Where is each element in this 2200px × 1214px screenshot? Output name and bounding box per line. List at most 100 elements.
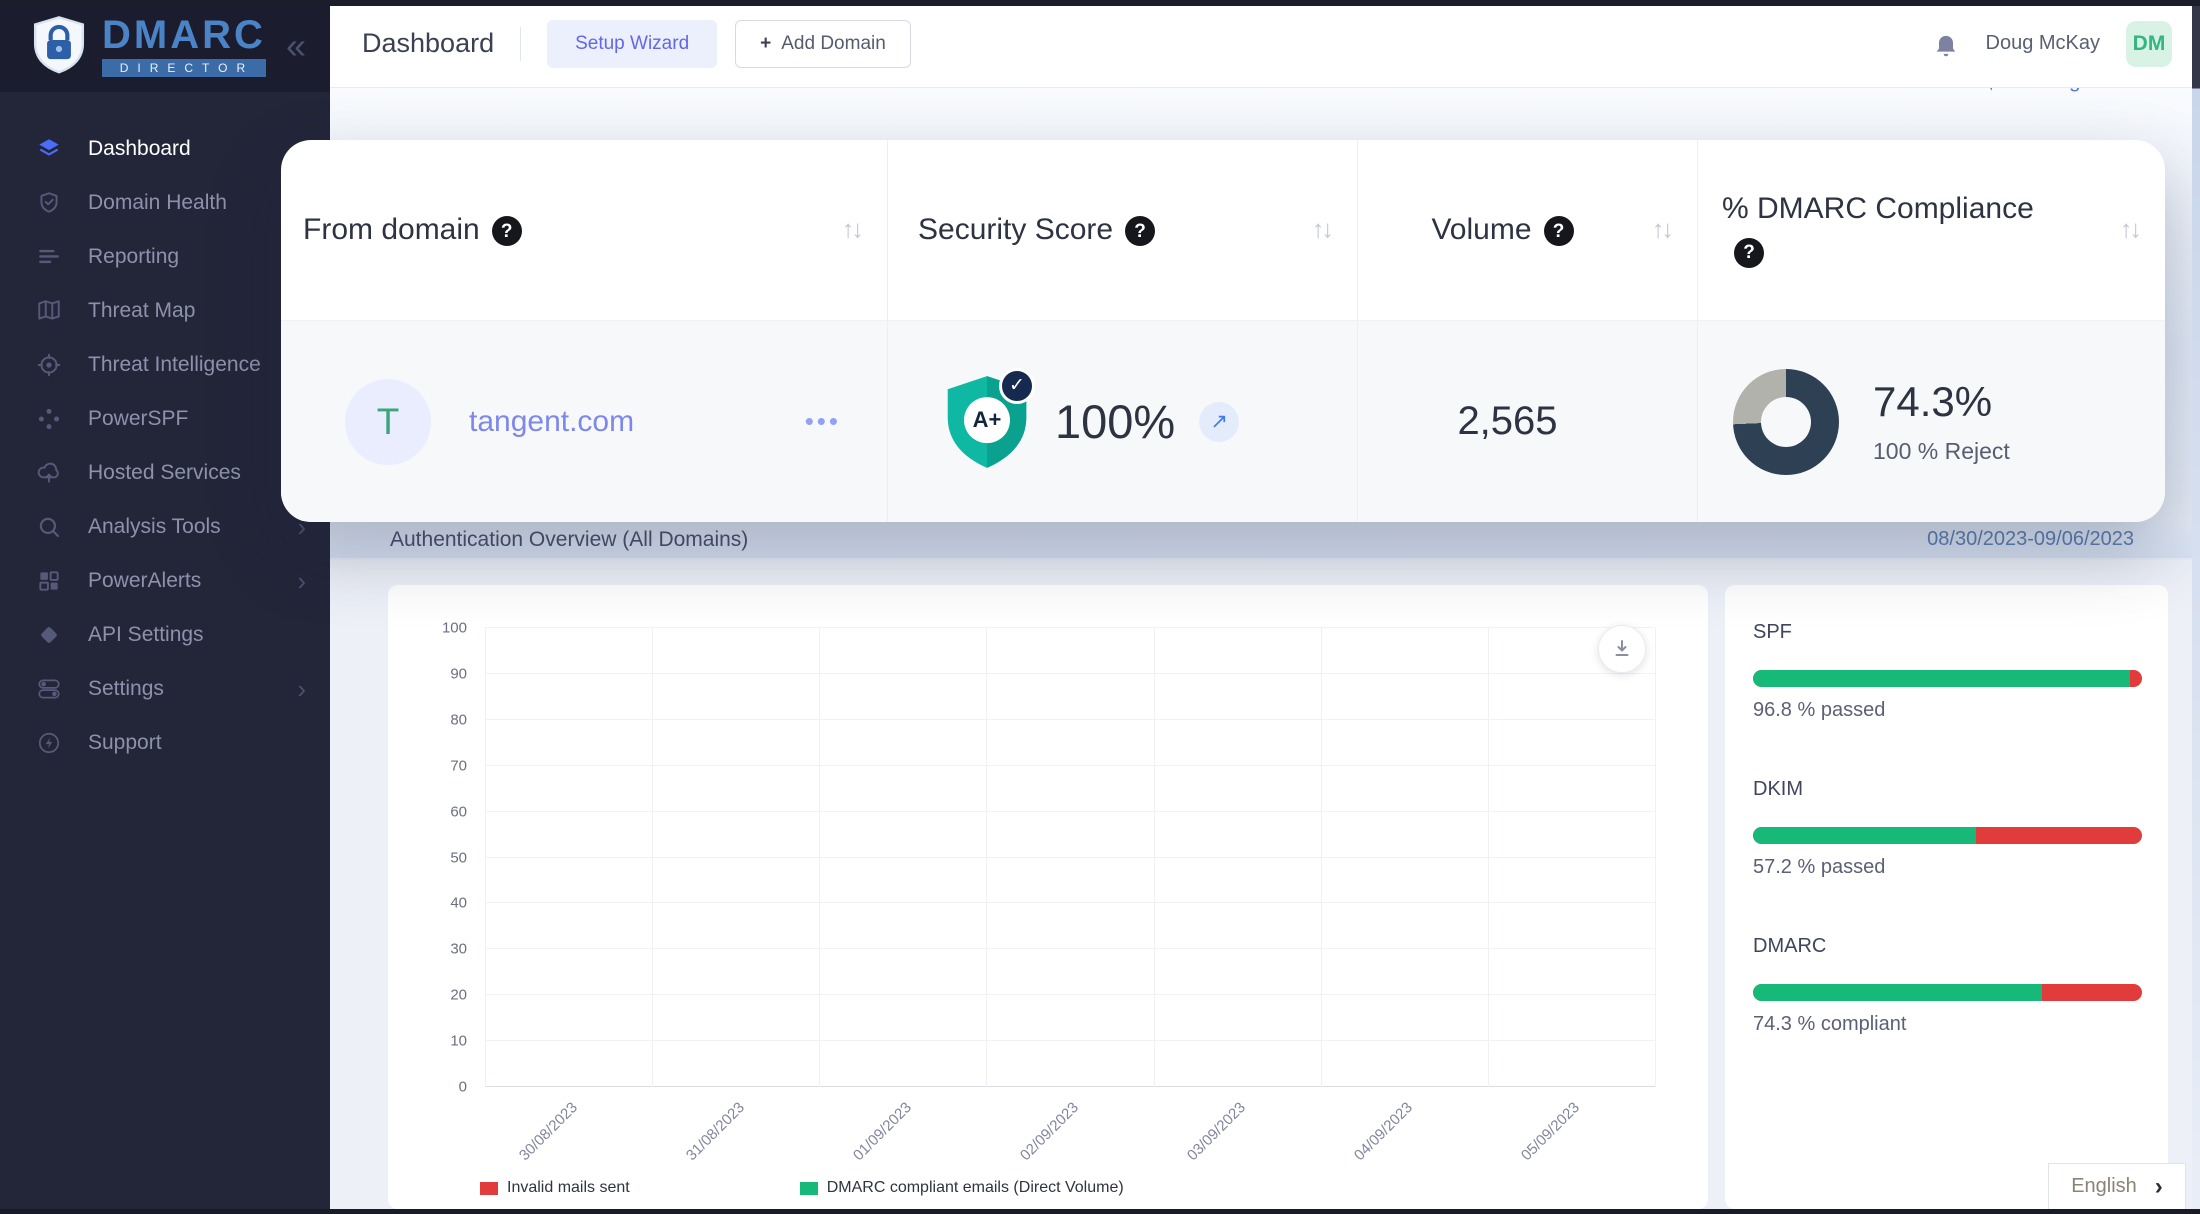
gridline-h — [485, 1040, 1655, 1041]
gridline-h — [485, 627, 1655, 628]
x-axis-tick-label: 01/09/2023 — [850, 1099, 915, 1164]
domain-link[interactable]: tangent.com — [469, 405, 634, 439]
topbar: Dashboard Setup Wizard +Add Domain Doug … — [330, 0, 2200, 88]
chevron-right-icon: › — [297, 568, 306, 594]
table-row[interactable]: T tangent.com ••• A+ ✓ 100% ↗ 2,565 74.3… — [281, 320, 2165, 522]
sidebar-item-poweralerts[interactable]: PowerAlerts› — [0, 554, 330, 608]
stat-block-dmarc: DMARC74.3 % compliant — [1753, 935, 2142, 1036]
column-header-dmarc-compliance[interactable]: % DMARC Compliance? ↑↓ — [1698, 140, 2165, 320]
x-axis-tick-label: 05/09/2023 — [1518, 1099, 1583, 1164]
legend-swatch — [800, 1182, 818, 1195]
table-header-row: From domain? ↑↓ Security Score? ↑↓ Volum… — [281, 140, 2165, 320]
auth-stats-panel: SPF96.8 % passedDKIM57.2 % passedDMARC74… — [1725, 585, 2168, 1209]
help-icon[interactable]: ? — [1544, 216, 1574, 246]
gridline-v — [1488, 628, 1489, 1087]
gridline-v — [1321, 628, 1322, 1087]
sidebar-item-settings[interactable]: Settings› — [0, 662, 330, 716]
sort-icon[interactable]: ↑↓ — [1312, 216, 1331, 245]
gridline-v — [652, 628, 653, 1087]
sort-icon[interactable]: ↑↓ — [2120, 216, 2139, 245]
stat-progress-bar — [1753, 670, 2142, 687]
stat-progress-bar — [1753, 984, 2142, 1001]
window-right-edge — [2192, 0, 2200, 1214]
x-axis-tick-label: 03/09/2023 — [1184, 1099, 1249, 1164]
y-axis-tick-label: 80 — [450, 711, 467, 728]
window-top-edge — [0, 0, 2200, 6]
cell-dmarc-compliance: 74.3% 100 % Reject — [1698, 321, 2165, 522]
column-label: From domain? — [303, 208, 522, 252]
y-axis-tick-label: 20 — [450, 987, 467, 1004]
sidebar-item-label: Threat Map — [88, 299, 195, 323]
gridline-v — [1154, 628, 1155, 1087]
chevron-right-icon: › — [2155, 1175, 2163, 1199]
logo-text: DMARC DIRECTOR — [102, 15, 266, 77]
page-title: Dashboard — [362, 28, 494, 59]
stat-progress-fill — [1753, 984, 2042, 1001]
gridline-h — [485, 1086, 1655, 1087]
user-avatar[interactable]: DM — [2126, 21, 2172, 67]
legend-item: Invalid mails sent — [480, 1179, 630, 1197]
domain-table-card: From domain? ↑↓ Security Score? ↑↓ Volum… — [281, 140, 2165, 522]
setup-wizard-button[interactable]: Setup Wizard — [547, 20, 717, 68]
language-selector[interactable]: English › — [2048, 1163, 2186, 1210]
gridline-h — [485, 765, 1655, 766]
stat-block-dkim: DKIM 57.2 % passed — [1753, 778, 2142, 879]
add-domain-button[interactable]: +Add Domain — [735, 20, 911, 68]
stat-progress-bar — [1753, 827, 2142, 844]
gridline-h — [485, 811, 1655, 812]
column-label: Security Score? — [918, 208, 1155, 252]
volume-value: 2,565 — [1457, 399, 1557, 444]
legend-swatch — [480, 1182, 498, 1195]
legend-item: DMARC compliant emails (Direct Volume) — [800, 1179, 1124, 1197]
help-icon[interactable]: ? — [1734, 238, 1764, 268]
sidebar-collapse-icon[interactable]: « — [286, 28, 306, 64]
stat-label: DKIM — [1753, 778, 2142, 801]
report-lines-icon — [36, 244, 62, 270]
chart-download-button[interactable] — [1598, 625, 1646, 673]
language-label: English — [2071, 1175, 2137, 1198]
y-axis-tick-label: 50 — [450, 849, 467, 866]
cell-security-score: A+ ✓ 100% ↗ — [888, 321, 1358, 522]
column-header-from-domain[interactable]: From domain? ↑↓ — [281, 140, 888, 320]
column-header-volume[interactable]: Volume? ↑↓ — [1358, 140, 1698, 320]
sidebar-item-label: PowerSPF — [88, 407, 188, 431]
y-axis-tick-label: 90 — [450, 665, 467, 682]
topbar-right: Doug McKay DM — [1932, 21, 2200, 67]
y-axis-tick-label: 70 — [450, 757, 467, 774]
dmarc-shield-lock-icon — [30, 15, 88, 77]
stat-text: 57.2 % passed — [1753, 856, 2142, 879]
stat-label: DMARC — [1753, 935, 2142, 958]
logo-row: DMARC DIRECTOR « — [0, 0, 330, 92]
cell-from-domain: T tangent.com ••• — [281, 321, 888, 522]
sidebar-item-support[interactable]: Support — [0, 716, 330, 770]
sort-icon[interactable]: ↑↓ — [842, 216, 861, 245]
sidebar-item-label: Threat Intelligence — [88, 353, 261, 377]
overview-title-bar: Authentication Overview (All Domains) 08… — [330, 521, 2200, 558]
help-icon[interactable]: ? — [1125, 216, 1155, 246]
compliance-percent: 74.3% — [1873, 378, 2010, 426]
row-menu-icon[interactable]: ••• — [805, 406, 841, 437]
user-name[interactable]: Doug McKay — [1986, 32, 2101, 55]
column-header-security-score[interactable]: Security Score? ↑↓ — [888, 140, 1358, 320]
logo-subtitle: DIRECTOR — [102, 59, 266, 77]
layers-icon — [36, 136, 62, 162]
gridline-h — [485, 673, 1655, 674]
cloud-icon — [36, 460, 62, 486]
legend-label: Invalid mails sent — [507, 1179, 630, 1197]
help-icon[interactable]: ? — [492, 216, 522, 246]
compliance-donut-chart — [1733, 369, 1839, 475]
sidebar-item-label: Domain Health — [88, 191, 227, 215]
sort-icon[interactable]: ↑↓ — [1652, 216, 1671, 245]
score-trend-icon[interactable]: ↗ — [1199, 402, 1239, 442]
sidebar-item-label: Reporting — [88, 245, 179, 269]
legend-label: DMARC compliant emails (Direct Volume) — [827, 1179, 1124, 1197]
download-icon — [1610, 637, 1634, 661]
sidebar-item-api-settings[interactable]: API Settings — [0, 608, 330, 662]
x-axis-tick-label: 31/08/2023 — [683, 1099, 748, 1164]
sidebar-item-label: Support — [88, 731, 162, 755]
stat-progress-fill — [1753, 827, 1976, 844]
notifications-bell-icon[interactable] — [1932, 29, 1960, 59]
grid-icon — [36, 568, 62, 594]
stat-text: 96.8 % passed — [1753, 699, 2142, 722]
gridline-v — [1655, 628, 1656, 1087]
